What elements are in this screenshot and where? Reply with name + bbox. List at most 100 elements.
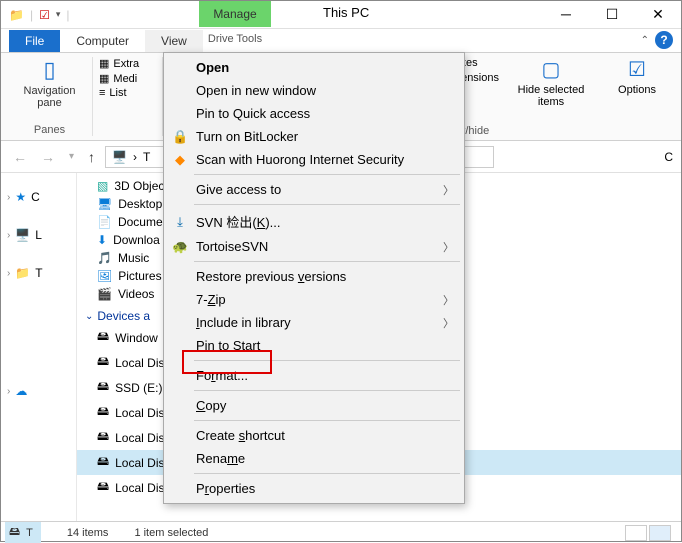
downloads-icon: ⬇ xyxy=(97,233,107,247)
navigation-pane-icon: ▯ xyxy=(43,57,55,83)
cm-pin-start[interactable]: Pin to Start xyxy=(166,334,462,357)
cm-copy[interactable]: Copy xyxy=(166,394,462,417)
star-icon: ★ xyxy=(15,190,26,204)
qat-checkbox-icon[interactable]: ☑ xyxy=(39,8,50,22)
chevron-right-icon[interactable]: › xyxy=(7,386,10,397)
options-icon: ☑ xyxy=(628,57,646,82)
cm-give-access-to[interactable]: Give access to〉 xyxy=(166,178,462,201)
cm-pin-quick-access[interactable]: Pin to Quick access xyxy=(166,102,462,125)
cm-bitlocker[interactable]: 🔒Turn on BitLocker xyxy=(166,125,462,148)
qat-divider-icon: | xyxy=(66,8,69,22)
cm-format[interactable]: Format... xyxy=(166,364,462,387)
qat-sep-icon: | xyxy=(30,8,33,22)
minimize-button[interactable]: ─ xyxy=(543,1,589,27)
list-icon: ≡ xyxy=(99,87,105,99)
tortoisesvn-icon: 🐢 xyxy=(172,239,188,255)
svn-checkout-icon: ⤓ xyxy=(172,214,188,230)
panes-group-label: Panes xyxy=(13,124,86,136)
details-view-button[interactable] xyxy=(625,525,647,541)
cm-tortoisesvn[interactable]: 🐢TortoiseSVN〉 xyxy=(166,235,462,258)
help-button[interactable]: ? xyxy=(655,31,673,49)
hide-selected-button[interactable]: ▢ Hide selected items xyxy=(517,57,585,108)
cm-separator xyxy=(194,204,460,205)
music-icon: 🎵 xyxy=(97,251,112,265)
maximize-button[interactable]: ☐ xyxy=(589,1,635,27)
drive-icon: 🖴 xyxy=(97,427,109,448)
chevron-right-icon[interactable]: › xyxy=(7,230,10,241)
cm-separator xyxy=(194,360,460,361)
layout-gallery[interactable]: ▦Extra ▦Medi ≡List xyxy=(99,57,156,99)
recent-locations-button[interactable]: ▾ xyxy=(65,151,78,162)
quick-access-toolbar: 📁 | ☑ ▾ | xyxy=(1,8,70,22)
tab-computer[interactable]: Computer xyxy=(60,30,145,52)
submenu-arrow-icon: 〉 xyxy=(443,239,454,255)
contextual-tab-manage[interactable]: Manage xyxy=(199,1,271,27)
forward-button[interactable]: → xyxy=(37,149,59,165)
cm-create-shortcut[interactable]: Create shortcut xyxy=(166,424,462,447)
breadcrumb-item[interactable]: T xyxy=(143,150,150,164)
nav-item-1[interactable]: L xyxy=(35,228,42,242)
cm-properties[interactable]: Properties xyxy=(166,477,462,500)
cm-separator xyxy=(194,420,460,421)
cm-separator xyxy=(194,390,460,391)
drive-icon: 🖴 xyxy=(9,523,20,542)
window-title: This PC xyxy=(323,5,369,20)
context-menu: Open Open in new window Pin to Quick acc… xyxy=(163,52,465,504)
navigation-pane-label: Navigation pane xyxy=(24,85,76,109)
tab-drive-tools[interactable]: Drive Tools xyxy=(199,29,271,45)
cm-separator xyxy=(194,174,460,175)
qat-folder-icon[interactable]: 📁 xyxy=(9,8,24,22)
status-item-count: 14 items xyxy=(67,527,109,539)
qat-overflow-icon[interactable]: ▾ xyxy=(56,9,61,20)
desktop-icon: 🖥 xyxy=(97,197,112,211)
tab-file[interactable]: File xyxy=(9,30,60,52)
back-button[interactable]: ← xyxy=(9,149,31,165)
cm-open-new-window[interactable]: Open in new window xyxy=(166,79,462,102)
bitlocker-icon: 🔒 xyxy=(172,129,188,145)
monitor-icon: 🖥️ xyxy=(15,228,30,242)
icons-view-button[interactable] xyxy=(649,525,671,541)
drive-icon: 🖴 xyxy=(97,452,109,473)
cm-svn-checkout[interactable]: ⤓SVN 检出(K)... xyxy=(166,208,462,235)
3d-objects-icon: ▧ xyxy=(97,179,108,193)
chevron-right-icon[interactable]: › xyxy=(7,268,10,279)
options-button[interactable]: ☑ Options xyxy=(603,57,671,96)
cm-open[interactable]: Open xyxy=(166,56,462,79)
tab-view[interactable]: View xyxy=(145,30,203,52)
drive-icon: 🖴 xyxy=(97,327,109,348)
medium-icons-icon: ▦ xyxy=(99,72,109,85)
cm-rename[interactable]: Rename xyxy=(166,447,462,470)
close-button[interactable]: ✕ xyxy=(635,1,681,27)
cm-separator xyxy=(194,473,460,474)
documents-icon: 📄 xyxy=(97,215,112,229)
chevron-right-icon[interactable]: › xyxy=(7,192,10,203)
videos-icon: 🎬 xyxy=(97,287,112,301)
chevron-down-icon: ⌄ xyxy=(85,311,93,322)
nav-item-0[interactable]: C xyxy=(31,190,40,204)
huorong-icon: ◆ xyxy=(172,152,188,168)
onedrive-icon: ☁ xyxy=(15,384,27,398)
title-bar: 📁 | ☑ ▾ | Manage This PC ─ ☐ ✕ xyxy=(1,1,681,29)
folder-icon: 📁 xyxy=(15,266,30,280)
layout-medium-label: Medi xyxy=(113,73,137,85)
options-label: Options xyxy=(618,84,656,96)
this-pc-icon: 🖥️ xyxy=(112,150,127,164)
navigation-tree[interactable]: › ★ C › 🖥️ L › 📁 T › ☁ xyxy=(1,173,77,521)
layout-list-label: List xyxy=(109,87,126,99)
cm-huorong-scan[interactable]: ◆Scan with Huorong Internet Security xyxy=(166,148,462,171)
drive-icon: 🖴 xyxy=(97,352,109,373)
cm-7zip[interactable]: 7-Zip〉 xyxy=(166,288,462,311)
extra-large-icons-icon: ▦ xyxy=(99,57,109,70)
submenu-arrow-icon: 〉 xyxy=(443,315,454,331)
nav-item-2[interactable]: T xyxy=(35,266,42,280)
status-selected-count: 1 item selected xyxy=(134,527,208,539)
cm-restore-versions[interactable]: Restore previous versions xyxy=(166,265,462,288)
cm-include-library[interactable]: Include in library〉 xyxy=(166,311,462,334)
drive-icon: 🖴 xyxy=(97,477,109,498)
ribbon-collapse-icon[interactable]: ⌃ xyxy=(641,35,649,46)
cm-separator xyxy=(194,261,460,262)
breadcrumb-sep-icon: › xyxy=(133,150,137,164)
navigation-pane-button[interactable]: ▯ Navigation pane xyxy=(13,57,86,109)
drive-icon: 🖴 xyxy=(97,377,109,398)
up-button[interactable]: ↑ xyxy=(84,149,99,165)
